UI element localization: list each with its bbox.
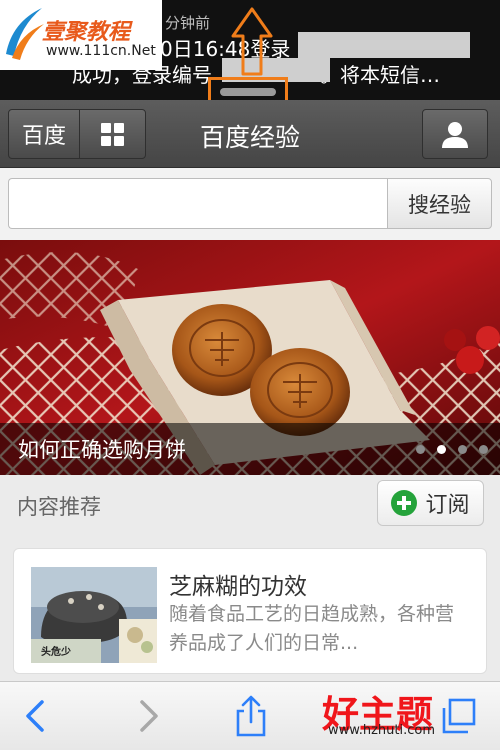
banner-caption: 如何正确选购月饼 (18, 438, 186, 462)
user-icon (442, 122, 468, 148)
article-thumbnail: 头危少 (31, 567, 157, 663)
notification-time: 分钟前 (165, 14, 211, 32)
notification-line-2-end: 。将本短信… (320, 63, 440, 87)
subscribe-label: 订阅 (425, 493, 470, 518)
logo-name: 壹聚教程 (42, 20, 131, 45)
pull-handle[interactable] (220, 88, 276, 96)
back-icon[interactable] (14, 694, 60, 738)
site-logo: 壹聚教程 www.111cn.Net (0, 0, 162, 70)
logo-url: www.111cn.Net (46, 43, 156, 59)
plus-icon (391, 490, 418, 516)
search-button[interactable]: 搜经验 (387, 178, 492, 229)
thumbnail-caption: 头危少 (41, 647, 71, 658)
recommend-bar: 内容推荐 订阅 (0, 475, 500, 533)
carousel-dot[interactable] (437, 445, 446, 454)
user-button[interactable] (422, 109, 488, 159)
carousel-indicator[interactable] (416, 445, 488, 454)
carousel-dot[interactable] (479, 445, 488, 454)
watermark: 好主题 www.hzhuti.com (318, 684, 500, 750)
subscribe-button[interactable]: 订阅 (377, 480, 484, 526)
search-bar: 搜经验 (0, 168, 500, 240)
section-title: 内容推荐 (17, 495, 101, 519)
share-icon[interactable] (228, 694, 274, 738)
article-description: 随着食品工艺的日趋成熟，各种营养品成了人们的日常... (169, 603, 455, 654)
up-arrow-icon (231, 7, 273, 76)
search-input[interactable] (8, 178, 388, 229)
forward-icon[interactable] (124, 694, 170, 738)
carousel-dot[interactable] (458, 445, 467, 454)
app-header: 百度 百度经验 (0, 100, 500, 168)
mobile-page: 分钟前 0日16:48登录 成功，登录编号 。将本短信… 壹聚教程 www.111… (0, 0, 500, 750)
banner-caption-bar: 如何正确选购月饼 (0, 423, 500, 475)
article-title: 芝麻糊的功效 (169, 574, 307, 600)
article-card[interactable]: 头危少 芝麻糊的功效 随着食品工艺的日趋成熟，各种营养品成了人们的日常... (13, 548, 487, 674)
watermark-url: www.hzhuti.com (328, 723, 435, 738)
carousel-dot[interactable] (416, 445, 425, 454)
search-button-label: 搜经验 (408, 192, 471, 217)
swoosh-icon (6, 8, 44, 60)
redacted-block (298, 32, 470, 58)
banner-carousel[interactable]: 如何正确选购月饼 (0, 240, 500, 475)
